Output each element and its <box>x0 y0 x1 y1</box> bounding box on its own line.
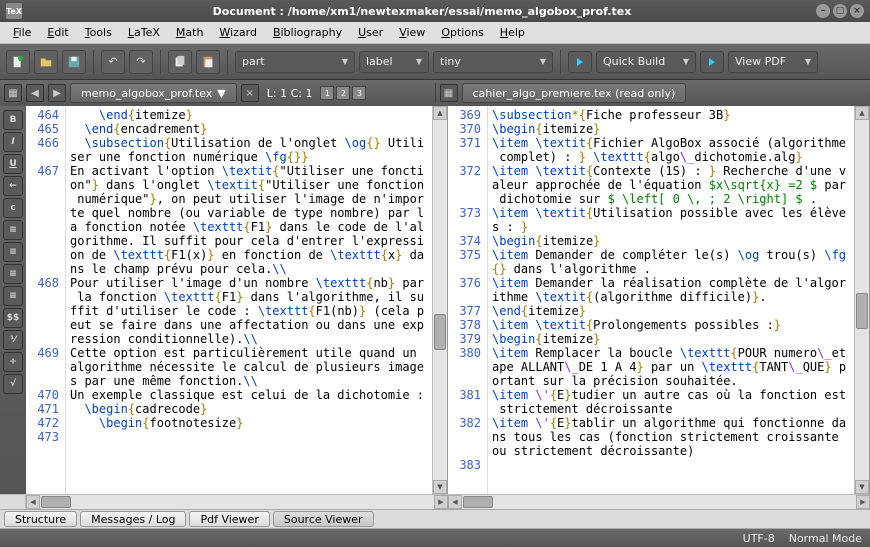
bottom-tab-source-viewer[interactable]: Source Viewer <box>273 511 374 527</box>
maximize-icon[interactable]: ▢ <box>833 4 847 18</box>
label-combo[interactable]: label▼ <box>359 51 429 73</box>
main-toolbar: ↶ ↷ part▼ label▼ tiny▼ Quick Build▼ View… <box>0 44 870 80</box>
side-button-7[interactable]: ≡ <box>3 264 23 284</box>
app-icon: TeX <box>6 3 22 19</box>
scroll-left-button[interactable]: ◀ <box>448 495 462 509</box>
right-gutter: 3693703713723733743753763773783793803813… <box>448 106 488 494</box>
left-file-tab[interactable]: memo_algobox_prof.tex▼ <box>70 83 237 103</box>
left-editor-pane: 464465466467468469470471472473 \end{item… <box>26 106 448 494</box>
encoding-label: UTF-8 <box>743 532 775 545</box>
left-file-tab-label: memo_algobox_prof.tex <box>81 87 212 100</box>
scroll-thumb-h[interactable] <box>463 496 493 508</box>
bottom-tab-structure[interactable]: Structure <box>4 511 77 527</box>
right-scrollbar-v[interactable]: ▲ ▼ <box>854 106 869 494</box>
right-editor-pane: 3693703713723733743753763773783793803813… <box>448 106 870 494</box>
menu-tools[interactable]: Tools <box>78 24 119 41</box>
open-file-button[interactable] <box>34 50 58 74</box>
section-combo[interactable]: part▼ <box>235 51 355 73</box>
mode-label: Normal Mode <box>789 532 862 545</box>
toggle-structure-button[interactable]: ▦ <box>4 84 22 102</box>
play-icon <box>577 58 583 66</box>
menu-edit[interactable]: Edit <box>40 24 75 41</box>
menu-help[interactable]: Help <box>493 24 532 41</box>
copy-button[interactable] <box>168 50 192 74</box>
side-button-5[interactable]: ≡ <box>3 220 23 240</box>
scroll-up-button[interactable]: ▲ <box>855 106 869 120</box>
menu-latex[interactable]: LaTeX <box>121 24 167 41</box>
close-tab-button[interactable]: × <box>241 84 259 102</box>
menu-view[interactable]: View <box>392 24 432 41</box>
right-file-tab-label: cahier_algo_premiere.tex (read only) <box>473 87 676 100</box>
quickbuild-label: Quick Build <box>603 55 665 68</box>
close-icon[interactable]: × <box>850 4 864 18</box>
scroll-down-button[interactable]: ▼ <box>433 480 447 494</box>
side-button-6[interactable]: ≡ <box>3 242 23 262</box>
statusbar: UTF-8 Normal Mode <box>0 529 870 547</box>
viewpdf-run-button[interactable] <box>700 51 724 73</box>
menubar: FileEditToolsLaTeXMathWizardBibliography… <box>0 22 870 44</box>
size-combo[interactable]: tiny▼ <box>433 51 553 73</box>
window-title: Document : /home/xm1/newtexmaker/essai/m… <box>28 5 816 18</box>
side-button-8[interactable]: ≡ <box>3 286 23 306</box>
menu-math[interactable]: Math <box>169 24 211 41</box>
minimize-icon[interactable]: – <box>816 4 830 18</box>
side-button-10[interactable]: ⅟ <box>3 330 23 350</box>
scroll-thumb[interactable] <box>856 293 868 329</box>
play-icon <box>709 58 715 66</box>
viewpdf-label: View PDF <box>735 55 786 68</box>
left-scrollbar-h[interactable]: ◀ ▶ <box>26 494 448 509</box>
menu-wizard[interactable]: Wizard <box>212 24 264 41</box>
left-scrollbar-v[interactable]: ▲ ▼ <box>432 106 447 494</box>
side-button-9[interactable]: $$ <box>3 308 23 328</box>
nav-next-button[interactable]: ▶ <box>48 84 66 102</box>
bottom-tab-pdf-viewer[interactable]: Pdf Viewer <box>189 511 269 527</box>
format-sidebar: BIU←c≡≡≡≡$$⅟÷√ <box>0 106 26 494</box>
save-button[interactable] <box>62 50 86 74</box>
editor-area: BIU←c≡≡≡≡$$⅟÷√ 4644654664674684694704714… <box>0 106 870 494</box>
undo-button[interactable]: ↶ <box>101 50 125 74</box>
side-button-0[interactable]: B <box>3 110 23 130</box>
document-tabbar: ▦ ◀ ▶ memo_algobox_prof.tex▼ × L: 1 C: 1… <box>0 80 870 106</box>
scroll-right-button[interactable]: ▶ <box>856 495 870 509</box>
bottom-tabs: StructureMessages / LogPdf ViewerSource … <box>0 509 870 529</box>
side-button-1[interactable]: I <box>3 132 23 152</box>
paste-button[interactable] <box>196 50 220 74</box>
quickbuild-run-button[interactable] <box>568 51 592 73</box>
right-code-area[interactable]: \subsection*{Fiche professeur 3B}\begin{… <box>488 106 854 494</box>
size-combo-value: tiny <box>440 55 461 68</box>
quickbuild-combo[interactable]: Quick Build▼ <box>596 51 696 73</box>
nav-prev-button[interactable]: ◀ <box>26 84 44 102</box>
right-pane-toggle-button[interactable]: ▦ <box>440 84 458 102</box>
right-file-tab[interactable]: cahier_algo_premiere.tex (read only) <box>462 83 687 103</box>
scroll-right-button[interactable]: ▶ <box>434 495 448 509</box>
scroll-left-button[interactable]: ◀ <box>26 495 40 509</box>
viewpdf-combo[interactable]: View PDF▼ <box>728 51 818 73</box>
side-button-3[interactable]: ← <box>3 176 23 196</box>
menu-file[interactable]: File <box>6 24 38 41</box>
left-code-area[interactable]: \end{itemize} \end{encadrement} \subsect… <box>66 106 432 494</box>
menu-bibliography[interactable]: Bibliography <box>266 24 349 41</box>
pane-layout-2[interactable]: 2 <box>336 86 350 100</box>
side-button-2[interactable]: U <box>3 154 23 174</box>
side-button-11[interactable]: ÷ <box>3 352 23 372</box>
section-combo-value: part <box>242 55 265 68</box>
titlebar: TeX Document : /home/xm1/newtexmaker/ess… <box>0 0 870 22</box>
new-file-button[interactable] <box>6 50 30 74</box>
menu-options[interactable]: Options <box>434 24 490 41</box>
right-scrollbar-h[interactable]: ◀ ▶ <box>448 494 870 509</box>
pane-layout-1[interactable]: 1 <box>320 86 334 100</box>
redo-button[interactable]: ↷ <box>129 50 153 74</box>
side-button-4[interactable]: c <box>3 198 23 218</box>
side-button-12[interactable]: √ <box>3 374 23 394</box>
label-combo-value: label <box>366 55 393 68</box>
left-gutter: 464465466467468469470471472473 <box>26 106 66 494</box>
scroll-up-button[interactable]: ▲ <box>433 106 447 120</box>
cursor-position: L: 1 C: 1 <box>263 87 317 100</box>
bottom-tab-messages-log[interactable]: Messages / Log <box>80 511 186 527</box>
scroll-thumb[interactable] <box>434 314 446 350</box>
pane-layout-3[interactable]: 3 <box>352 86 366 100</box>
scroll-down-button[interactable]: ▼ <box>855 480 869 494</box>
scroll-thumb-h[interactable] <box>41 496 71 508</box>
menu-user[interactable]: User <box>351 24 390 41</box>
